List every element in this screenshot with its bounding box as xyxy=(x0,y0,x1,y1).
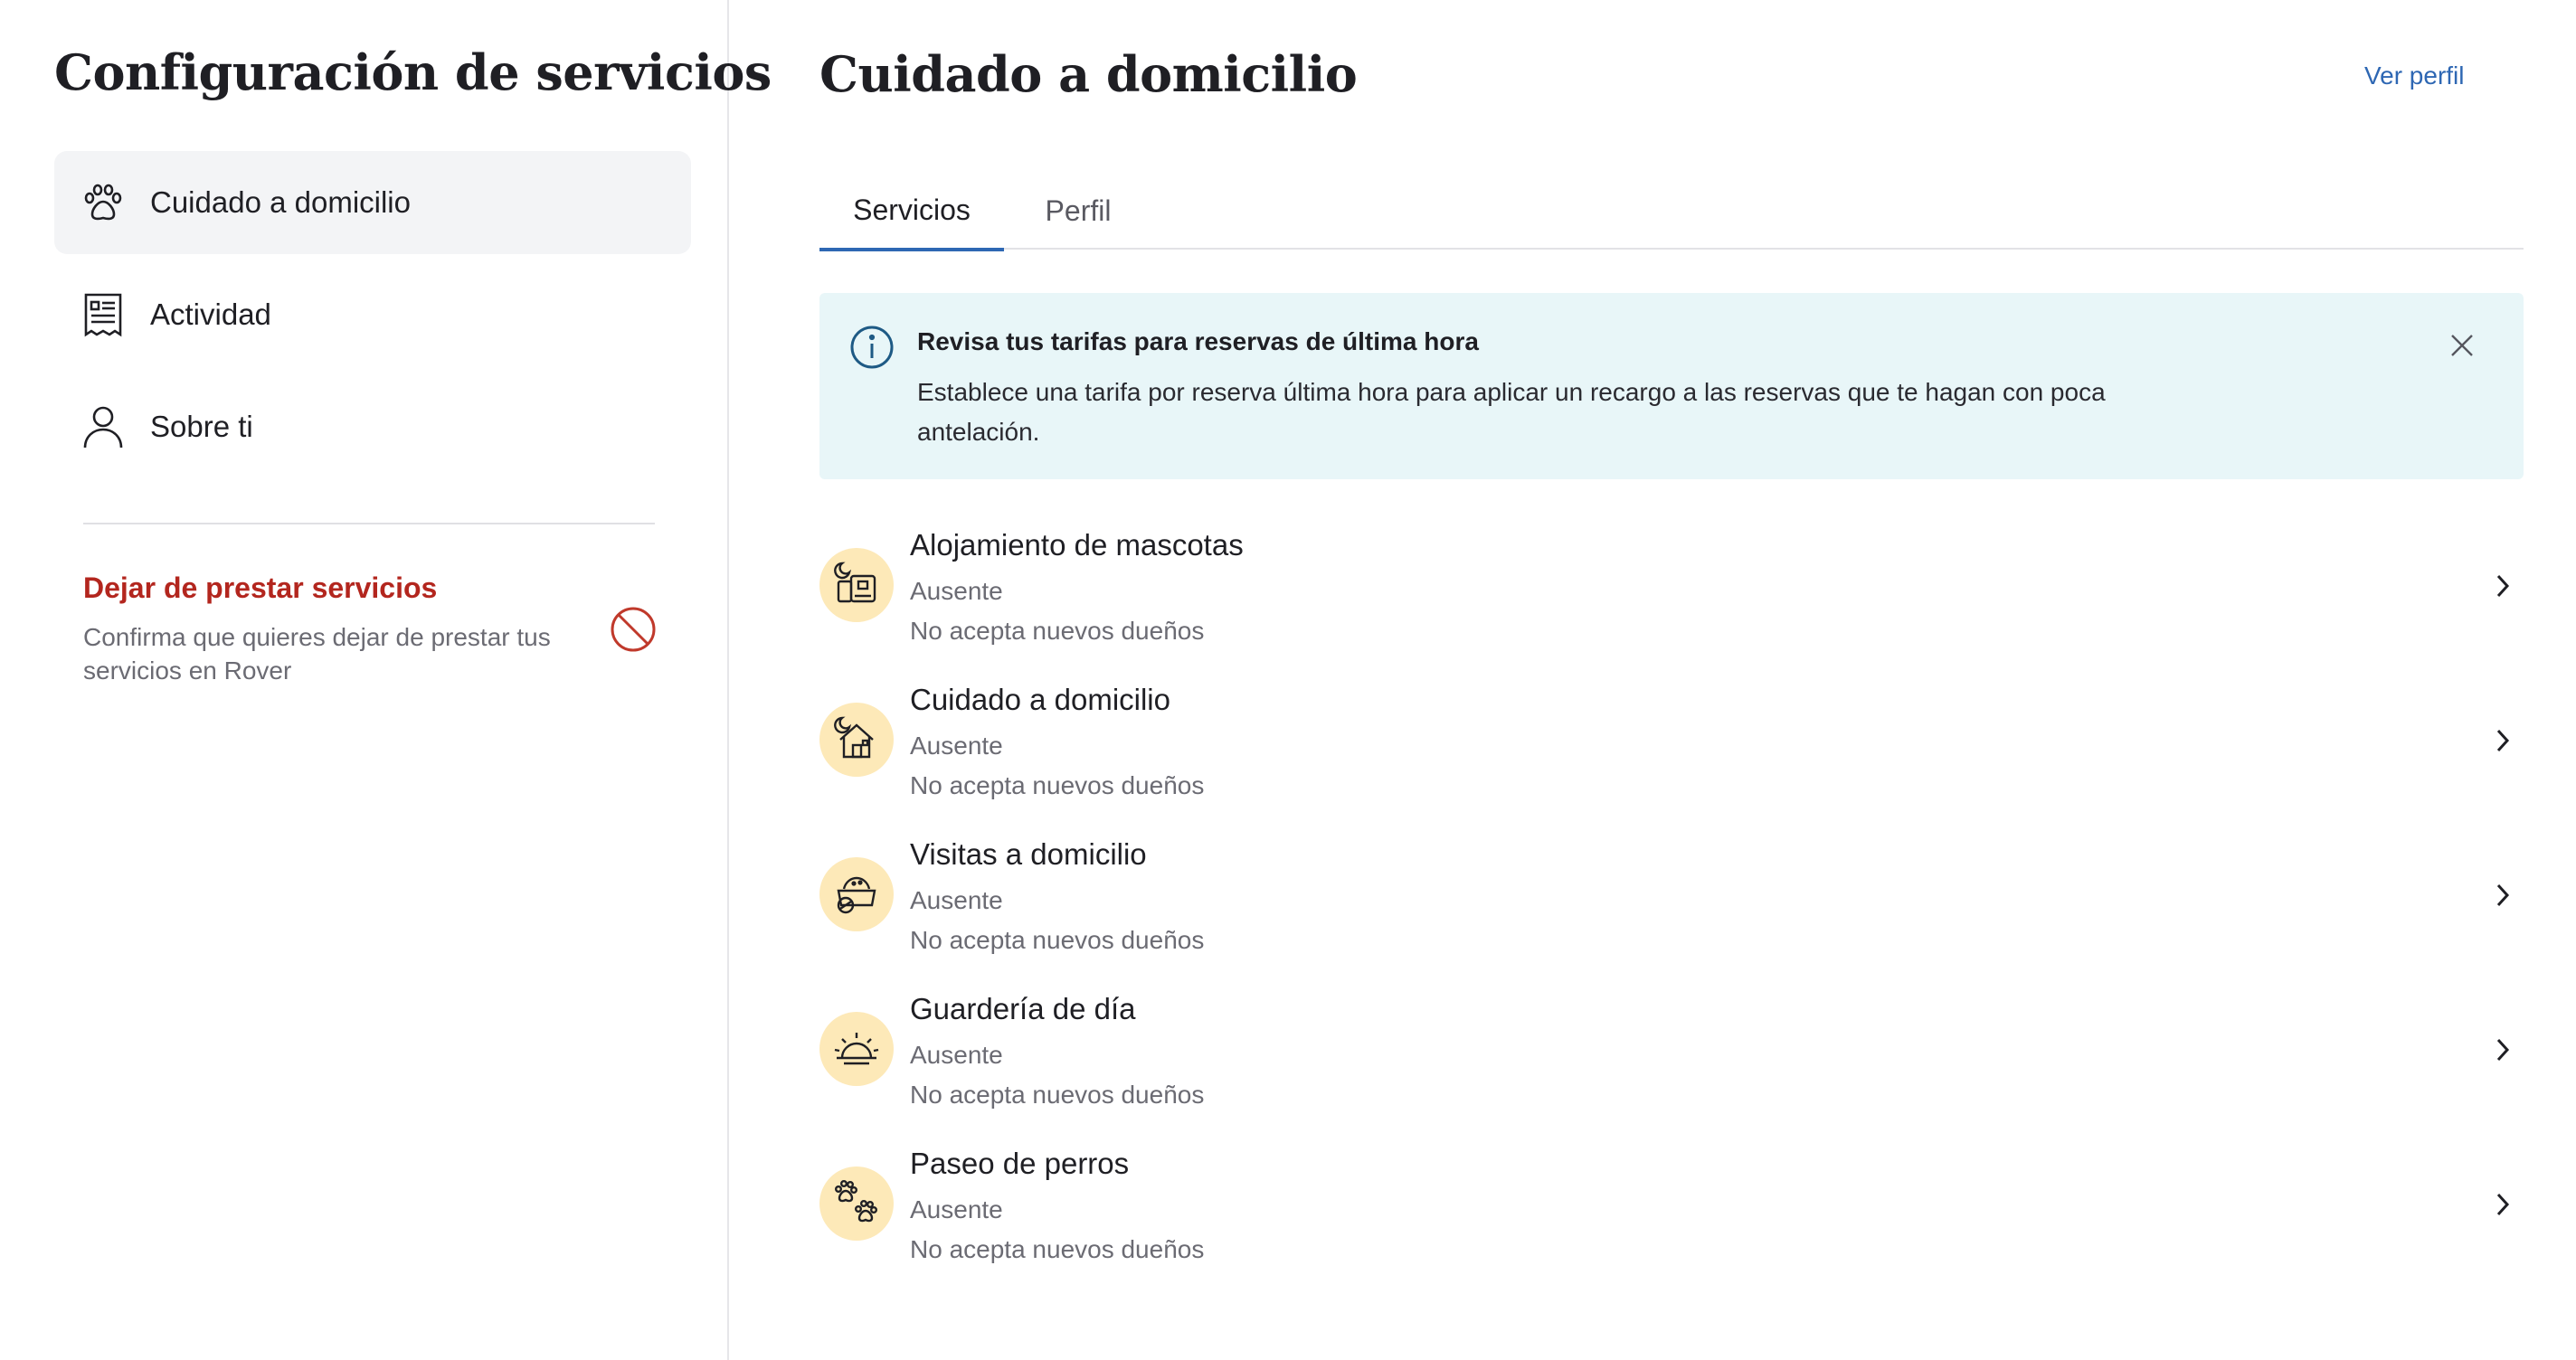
sidebar: Configuración de servicios Cuidado a dom… xyxy=(0,0,772,1360)
service-name: Paseo de perros xyxy=(910,1147,1130,1180)
chevron-right-icon xyxy=(2489,877,2516,913)
service-owners: No acepta nuevos dueños xyxy=(910,926,1205,954)
sun-icon xyxy=(819,1012,894,1086)
service-name: Visitas a domicilio xyxy=(910,837,1147,871)
info-banner: Revisa tus tarifas para reservas de últi… xyxy=(819,293,2524,479)
view-profile-link[interactable]: Ver perfil xyxy=(2364,61,2465,90)
sidebar-title: Configuración de servicios xyxy=(54,43,772,101)
service-status: Ausente xyxy=(910,886,1003,914)
sidebar-item-label: Actividad xyxy=(150,298,271,331)
service-row-paseo[interactable]: Paseo de perros Ausente No acepta nuevos… xyxy=(819,1138,2524,1292)
service-name: Guardería de día xyxy=(910,992,1136,1025)
paw-icon xyxy=(81,181,125,224)
chevron-right-icon xyxy=(2489,568,2516,604)
service-name: Alojamiento de mascotas xyxy=(910,528,1244,562)
sidebar-divider xyxy=(83,523,655,524)
sidebar-item-label: Sobre ti xyxy=(150,410,253,443)
service-row-cuidado-a-domicilio[interactable]: Cuidado a domicilio Ausente No acepta nu… xyxy=(819,674,2524,828)
service-status: Ausente xyxy=(910,1041,1003,1069)
food-bowl-icon xyxy=(819,857,894,931)
service-owners: No acepta nuevos dueños xyxy=(910,1235,1205,1263)
boarding-icon xyxy=(819,548,894,622)
paws-icon xyxy=(819,1166,894,1241)
sidebar-item-cuidado-a-domicilio[interactable]: Cuidado a domicilio xyxy=(54,151,691,254)
sidebar-item-actividad[interactable]: Actividad xyxy=(54,263,691,366)
service-status: Ausente xyxy=(910,1195,1003,1223)
info-icon xyxy=(848,324,895,371)
service-name: Cuidado a domicilio xyxy=(910,683,1170,716)
receipt-icon xyxy=(81,293,125,337)
service-status: Ausente xyxy=(910,732,1003,760)
service-status: Ausente xyxy=(910,577,1003,605)
tab-servicios[interactable]: Servicios xyxy=(819,172,1004,251)
user-icon xyxy=(81,405,125,449)
service-row-guarderia[interactable]: Guardería de día Ausente No acepta nuevo… xyxy=(819,983,2524,1138)
tab-bar: Servicios Perfil xyxy=(819,172,2524,251)
sidebar-item-sobre-ti[interactable]: Sobre ti xyxy=(54,375,691,478)
banner-text: Establece una tarifa por reserva última … xyxy=(917,378,2106,446)
stop-services-description: Confirma que quieres dejar de prestar tu… xyxy=(83,623,551,685)
sidebar-item-label: Cuidado a domicilio xyxy=(150,185,411,219)
house-sitting-icon xyxy=(819,703,894,777)
service-row-alojamiento[interactable]: Alojamiento de mascotas Ausente No acept… xyxy=(819,519,2524,674)
stop-services-link[interactable]: Dejar de prestar servicios xyxy=(83,571,437,605)
chevron-right-icon xyxy=(2489,1186,2516,1223)
service-owners: No acepta nuevos dueños xyxy=(910,617,1205,645)
page-title: Cuidado a domicilio xyxy=(819,45,1358,103)
chevron-right-icon xyxy=(2489,722,2516,759)
close-icon[interactable] xyxy=(2444,327,2480,364)
service-list: Alojamiento de mascotas Ausente No acept… xyxy=(819,519,2524,1292)
prohibited-icon[interactable] xyxy=(608,604,658,655)
tab-perfil[interactable]: Perfil xyxy=(1004,172,1152,250)
service-row-visitas[interactable]: Visitas a domicilio Ausente No acepta nu… xyxy=(819,828,2524,983)
chevron-right-icon xyxy=(2489,1032,2516,1068)
banner-title: Revisa tus tarifas para reservas de últi… xyxy=(917,327,1479,355)
service-owners: No acepta nuevos dueños xyxy=(910,771,1205,799)
service-owners: No acepta nuevos dueños xyxy=(910,1081,1205,1109)
